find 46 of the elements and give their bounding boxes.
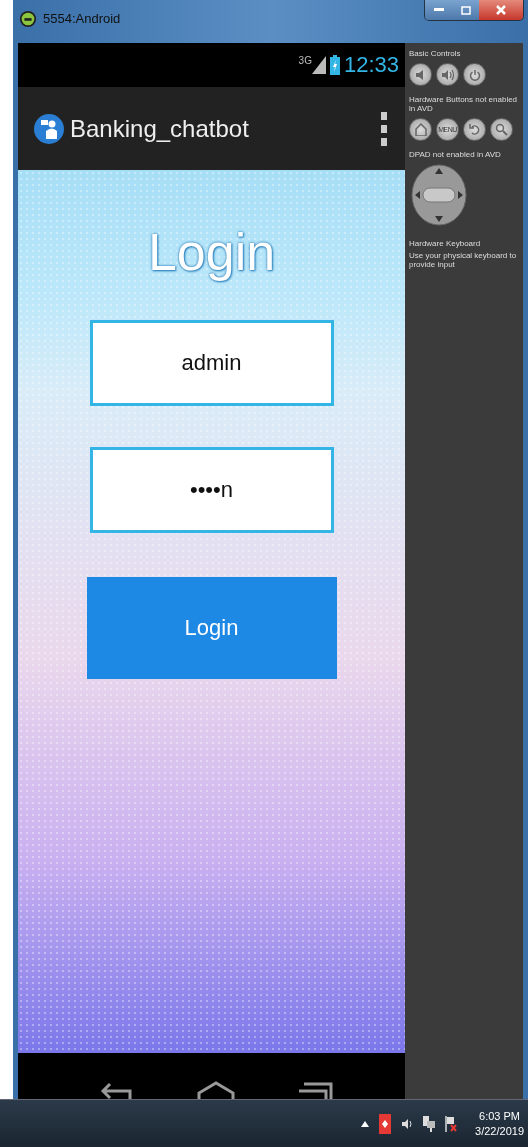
- dpad-drawing[interactable]: [411, 164, 467, 226]
- chatbot-logo-icon: [34, 113, 64, 144]
- app-title: Banking_chatbot: [70, 114, 249, 143]
- close-button[interactable]: [479, 0, 523, 20]
- network-type: 3G: [298, 55, 312, 66]
- username-field[interactable]: admin: [89, 320, 334, 406]
- minimize-button[interactable]: [425, 0, 452, 20]
- maximize-icon: [460, 5, 471, 15]
- volume-up-button[interactable]: [436, 63, 459, 86]
- show-hidden-icons-icon[interactable]: [361, 1120, 370, 1127]
- minimize-icon: [433, 8, 444, 12]
- android-icon: [19, 9, 37, 28]
- taskbar-time: 6:03 PM: [479, 1108, 520, 1124]
- password-field[interactable]: ••••n: [89, 447, 334, 533]
- status-time: 12:33: [343, 52, 399, 78]
- tray-app-icon[interactable]: [379, 1113, 392, 1134]
- home-button[interactable]: [409, 118, 432, 141]
- house-icon: [413, 123, 428, 136]
- back-arrow-icon: [468, 123, 481, 136]
- search-button[interactable]: [490, 118, 513, 141]
- battery-icon: [329, 55, 340, 75]
- back-icon: [99, 1081, 134, 1099]
- back-button[interactable]: [463, 118, 486, 141]
- section-label: Basic Controls: [409, 49, 462, 58]
- search-icon: [495, 123, 508, 136]
- window-title: 5554:Android: [43, 11, 121, 26]
- volume-down-button[interactable]: [409, 63, 432, 86]
- keyboard-label: Hardware Keyboard: [409, 239, 482, 248]
- power-icon: [468, 68, 481, 81]
- maximize-button[interactable]: [452, 0, 479, 20]
- section-label: DPAD not enabled in AVD: [409, 150, 502, 159]
- keyboard-hint: Use your physical keyboard to provide input: [409, 251, 518, 269]
- close-icon: [495, 4, 507, 16]
- more-icon: [381, 111, 387, 146]
- recent-apps-icon: [297, 1081, 334, 1099]
- login-heading: Login: [147, 222, 276, 282]
- overflow-menu-button[interactable]: [379, 109, 389, 148]
- home-icon: [196, 1081, 235, 1099]
- section-label: Hardware Buttons not enabled in AVD: [409, 95, 519, 113]
- action-center-flag-icon[interactable]: [445, 1115, 458, 1132]
- taskbar-date: 3/22/2019: [475, 1123, 524, 1139]
- speaker-loud-icon: [440, 68, 455, 81]
- signal-icon: [311, 56, 326, 74]
- network-icon[interactable]: [423, 1115, 436, 1132]
- power-button[interactable]: [463, 63, 486, 86]
- login-button[interactable]: Login: [86, 577, 337, 679]
